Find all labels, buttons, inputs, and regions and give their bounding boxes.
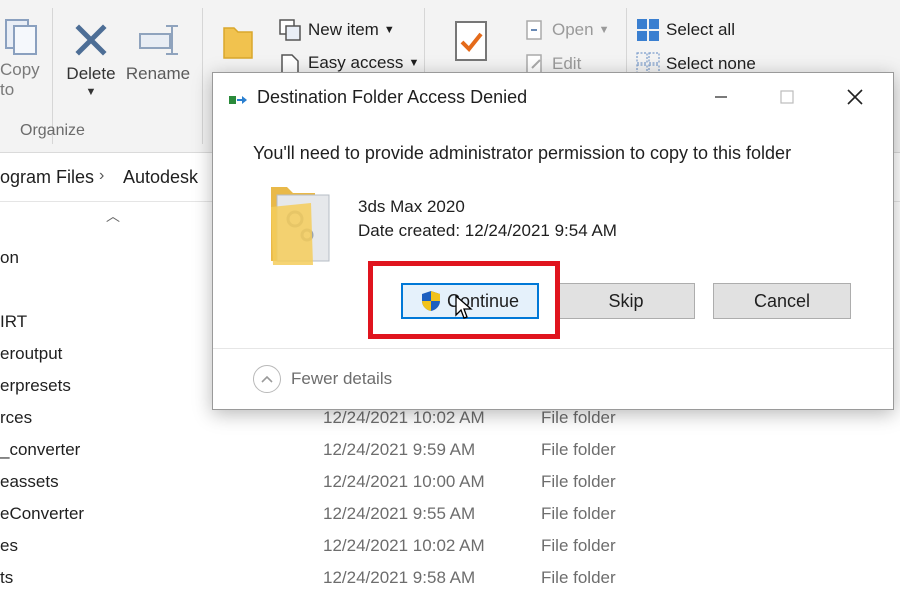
- copy-to-label: Copy: [0, 60, 40, 79]
- access-denied-dialog: Destination Folder Access Denied You'll …: [212, 72, 894, 410]
- maximize-icon: [780, 90, 794, 104]
- file-date: 12/24/2021 10:00 AM: [323, 472, 485, 491]
- table-row[interactable]: ts 12/24/2021 9:58 AM File folder: [0, 562, 900, 594]
- cancel-label: Cancel: [753, 290, 811, 311]
- folder-icon: [223, 27, 253, 59]
- file-name: _converter: [0, 440, 81, 459]
- rename-button[interactable]: Rename: [124, 20, 192, 84]
- file-name: eassets: [0, 472, 59, 491]
- easy-access-dropdown-icon: ▼: [408, 57, 420, 69]
- new-item-icon: [279, 19, 301, 41]
- maximize-button: [765, 81, 809, 113]
- copy-to-icon: [5, 19, 37, 55]
- mouse-cursor-icon: [455, 294, 473, 326]
- chevron-up-icon: [253, 365, 281, 393]
- select-none-label: Select none: [666, 54, 756, 73]
- file-name: rces: [0, 408, 33, 427]
- file-name: IRT: [0, 312, 28, 331]
- new-folder-button[interactable]: [220, 20, 256, 67]
- item-date-created: Date created: 12/24/2021 9:54 AM: [358, 221, 617, 240]
- file-type: File folder: [541, 408, 616, 427]
- close-button[interactable]: [833, 81, 877, 113]
- sort-ascending-icon[interactable]: ︿: [106, 206, 120, 226]
- delete-button[interactable]: Delete ▼: [62, 20, 120, 98]
- file-type: File folder: [541, 440, 616, 459]
- minimize-button[interactable]: [699, 81, 743, 113]
- table-row[interactable]: es 12/24/2021 10:02 AM File folder: [0, 530, 900, 562]
- easy-access-label: Easy access: [308, 53, 404, 72]
- skip-label: Skip: [608, 290, 644, 311]
- file-name: on: [0, 248, 19, 267]
- dialog-divider: [213, 348, 893, 349]
- open-button[interactable]: Open ▼: [524, 18, 609, 42]
- file-date: 12/24/2021 9:59 AM: [323, 440, 476, 459]
- file-operation-icon: [229, 93, 249, 112]
- skip-button[interactable]: Skip: [557, 283, 695, 319]
- item-name: 3ds Max 2020: [358, 197, 465, 216]
- select-all-icon: [637, 19, 659, 41]
- fewer-details-label: Fewer details: [291, 369, 393, 388]
- table-row[interactable]: eassets 12/24/2021 10:00 AM File folder: [0, 466, 900, 498]
- copy-to-sublabel: to: [0, 80, 15, 99]
- file-name: es: [0, 536, 18, 555]
- file-name: ts: [0, 568, 14, 587]
- select-all-button[interactable]: Select all: [636, 18, 735, 42]
- fewer-details-toggle[interactable]: Fewer details: [253, 365, 392, 393]
- open-label: Open: [552, 20, 594, 39]
- cancel-button[interactable]: Cancel: [713, 283, 851, 319]
- file-type: File folder: [541, 536, 616, 555]
- new-item-label: New item: [308, 20, 379, 39]
- properties-icon: [455, 21, 487, 61]
- edit-label: Edit: [552, 54, 582, 73]
- close-icon: [847, 89, 863, 105]
- file-date: 12/24/2021 9:55 AM: [323, 504, 476, 523]
- open-icon: [526, 20, 542, 40]
- file-name: erpresets: [0, 376, 71, 395]
- file-type: File folder: [541, 472, 616, 491]
- minimize-icon: [715, 96, 727, 98]
- organize-group-label: Organize: [20, 122, 85, 139]
- delete-label: Delete: [66, 64, 116, 83]
- file-date: 12/24/2021 10:02 AM: [323, 408, 485, 427]
- table-row[interactable]: eConverter 12/24/2021 9:55 AM File folde…: [0, 498, 900, 530]
- rename-label: Rename: [125, 64, 191, 83]
- new-item-button[interactable]: New item ▼: [278, 18, 395, 42]
- folder-thumbnail-icon: [267, 177, 337, 272]
- breadcrumb-autodesk[interactable]: Autodesk: [123, 167, 198, 188]
- delete-x-icon: [75, 24, 107, 56]
- select-all-label: Select all: [666, 20, 735, 39]
- file-date: 12/24/2021 10:02 AM: [323, 536, 485, 555]
- delete-dropdown-icon[interactable]: ▼: [62, 86, 120, 98]
- properties-button[interactable]: [452, 18, 492, 71]
- breadcrumb-program-files[interactable]: ogram Files: [0, 167, 94, 188]
- file-type: File folder: [541, 568, 616, 587]
- rename-icon: [139, 25, 178, 55]
- table-row[interactable]: _converter 12/24/2021 9:59 AM File folde…: [0, 434, 900, 466]
- dialog-title: Destination Folder Access Denied: [257, 87, 528, 107]
- file-name: eroutput: [0, 344, 63, 363]
- open-dropdown-icon: ▼: [598, 24, 610, 36]
- file-type: File folder: [541, 504, 616, 523]
- copy-to-button[interactable]: Copy to: [0, 14, 44, 100]
- file-date: 12/24/2021 9:58 AM: [323, 568, 476, 587]
- breadcrumb-separator-icon[interactable]: ›: [99, 167, 104, 185]
- new-item-dropdown-icon: ▼: [383, 24, 395, 36]
- file-name: eConverter: [0, 504, 85, 523]
- permission-message: You'll need to provide administrator per…: [253, 143, 792, 163]
